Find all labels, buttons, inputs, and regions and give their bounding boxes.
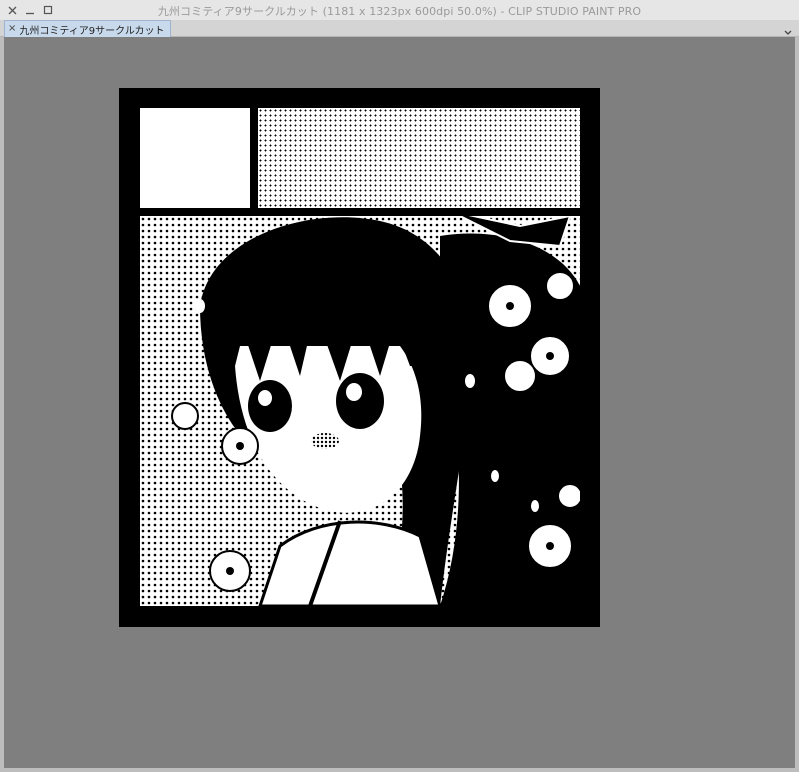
canvas-document[interactable]	[119, 88, 600, 627]
tab-label: 九州コミティア9サークルカット	[19, 25, 165, 37]
blank-circle-cut-panel	[140, 108, 250, 208]
window-border-right	[795, 37, 799, 772]
window-border-bottom	[0, 768, 799, 772]
chevron-down-icon[interactable]	[783, 22, 793, 35]
title-bar: 九州コミティア9サークルカット (1181 x 1323px 600dpi 50…	[0, 0, 799, 21]
document-tab-bar: × 九州コミティア9サークルカット	[0, 20, 799, 37]
tab-close-icon[interactable]: ×	[8, 24, 16, 34]
window-title: 九州コミティア9サークルカット (1181 x 1323px 600dpi 50…	[157, 5, 642, 18]
manga-illustration-panel	[140, 216, 580, 606]
tab-document[interactable]: × 九州コミティア9サークルカット	[4, 20, 171, 37]
manga-girl-artwork	[140, 216, 580, 606]
screentone-panel	[258, 108, 580, 208]
